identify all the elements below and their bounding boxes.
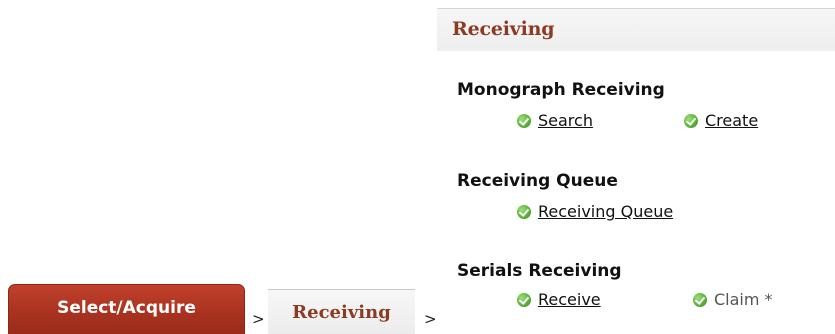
breadcrumb-separator: > xyxy=(252,310,265,328)
check-circle-icon xyxy=(684,113,698,128)
check-circle-icon xyxy=(517,204,531,219)
receive-link-label[interactable]: Receive xyxy=(538,290,601,309)
tab-select-acquire-label[interactable]: Select/Acquire xyxy=(9,298,244,318)
search-link[interactable]: Search xyxy=(517,111,593,130)
receiving-queue-link[interactable]: Receiving Queue xyxy=(517,202,673,221)
create-link-label[interactable]: Create xyxy=(705,111,758,130)
tab-select-acquire[interactable]: Select/Acquire xyxy=(8,284,245,334)
check-circle-icon xyxy=(517,292,531,307)
section-title-receiving-queue: Receiving Queue xyxy=(457,171,618,191)
receive-link[interactable]: Receive xyxy=(517,290,601,309)
panel-header: Receiving xyxy=(437,8,835,51)
breadcrumb-separator: > xyxy=(424,310,437,328)
receiving-panel: Receiving Monograph Receiving Search Cre… xyxy=(437,0,835,334)
tab-receiving-label[interactable]: Receiving xyxy=(268,302,415,323)
tab-receiving[interactable]: Receiving xyxy=(268,289,415,334)
check-circle-icon xyxy=(517,113,531,128)
section-title-monograph-receiving: Monograph Receiving xyxy=(457,80,665,100)
create-link[interactable]: Create xyxy=(684,111,758,130)
check-circle-icon xyxy=(693,292,707,307)
claim-item: Claim * xyxy=(693,290,773,309)
section-title-serials-receiving: Serials Receiving xyxy=(457,261,622,281)
panel-title: Receiving xyxy=(452,18,555,40)
receiving-queue-link-label[interactable]: Receiving Queue xyxy=(538,202,673,221)
claim-label: Claim * xyxy=(714,290,773,309)
search-link-label[interactable]: Search xyxy=(538,111,593,130)
